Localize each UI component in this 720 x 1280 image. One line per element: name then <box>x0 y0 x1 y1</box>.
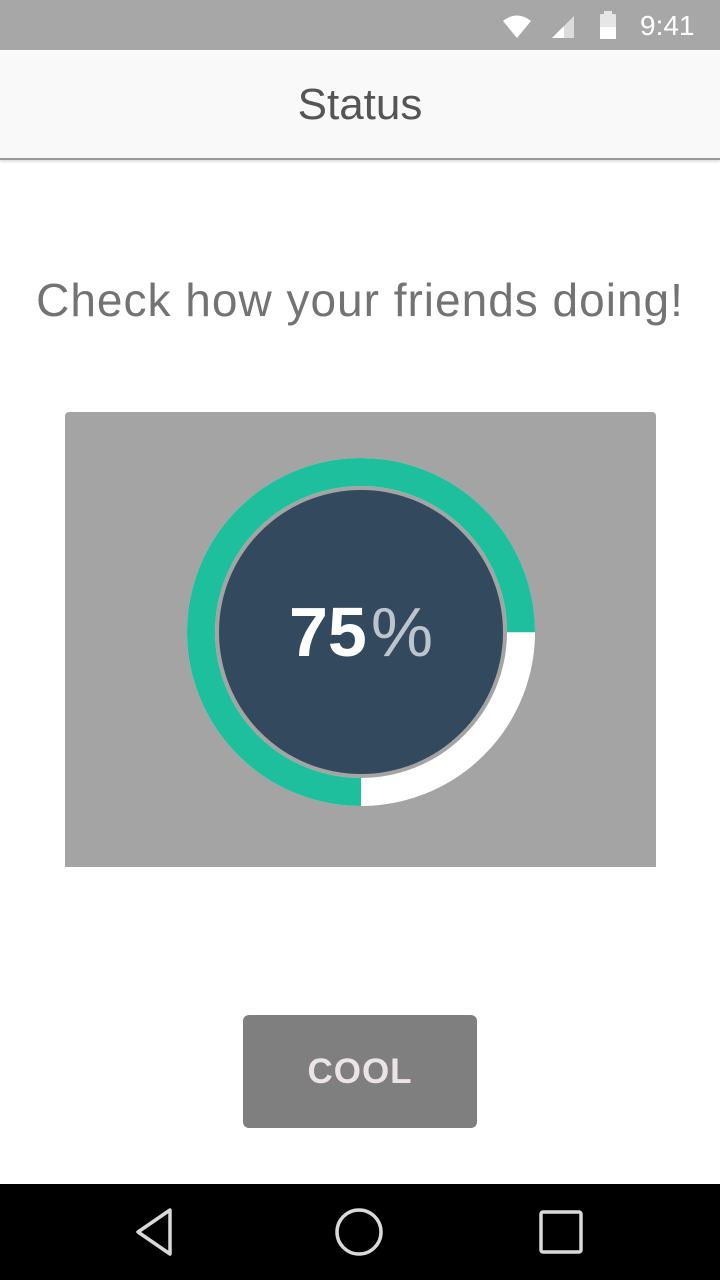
status-time: 9:41 <box>640 10 695 41</box>
headline-text: Check how your friends doing! <box>36 274 684 326</box>
status-bar: 9:41 <box>0 0 720 50</box>
progress-value: 75% <box>187 458 535 806</box>
wifi-icon <box>503 15 531 38</box>
back-icon[interactable] <box>128 1202 188 1262</box>
recents-icon[interactable] <box>531 1202 591 1262</box>
navigation-bar <box>0 1184 720 1280</box>
progress-percent-sign: % <box>370 593 434 671</box>
app-bar: Status <box>0 50 720 160</box>
cool-button[interactable]: COOL <box>243 1015 477 1128</box>
signal-icon <box>552 16 574 38</box>
home-icon[interactable] <box>329 1202 389 1262</box>
progress-number: 75 <box>288 593 367 671</box>
battery-icon <box>600 11 616 39</box>
page-title: Status <box>297 80 423 129</box>
progress-card: 75% <box>65 412 656 867</box>
